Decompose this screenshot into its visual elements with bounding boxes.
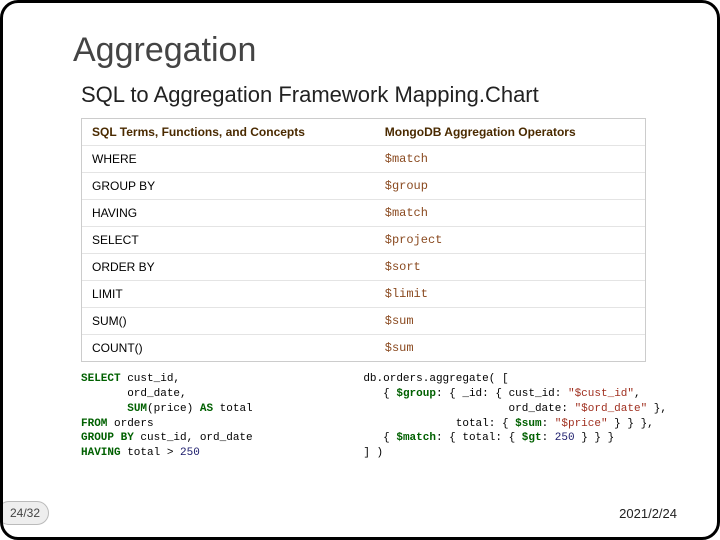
txt: (price): [147, 403, 200, 415]
page-number-badge: 24/32: [0, 501, 49, 525]
txt: } } },: [608, 418, 654, 430]
kw: $match: [396, 432, 436, 444]
sql-term: GROUP BY: [82, 173, 375, 199]
date-label: 2021/2/24: [619, 506, 677, 521]
sql-example: SELECT cust_id, ord_date, SUM(price) AS …: [81, 372, 323, 461]
txt: },: [647, 403, 667, 415]
txt: } } }: [575, 432, 615, 444]
mongo-example: db.orders.aggregate( [ { $group: { _id: …: [363, 372, 667, 461]
kw: SUM: [127, 403, 147, 415]
sql-term: SELECT: [82, 227, 375, 253]
mongo-op: $sum: [375, 308, 645, 334]
mongo-op: $sum: [375, 335, 645, 361]
sql-term: WHERE: [82, 146, 375, 172]
txt: : { _id: { cust_id:: [436, 388, 568, 400]
slide-title: Aggregation: [73, 31, 667, 70]
kw: HAVING: [81, 447, 121, 459]
table-row: SELECT$project: [82, 227, 645, 254]
sql-term: HAVING: [82, 200, 375, 226]
txt: total: {: [363, 418, 515, 430]
str: "$cust_id": [568, 388, 634, 400]
txt: : { total: {: [436, 432, 522, 444]
num: 250: [180, 447, 200, 459]
table-row: WHERE$match: [82, 146, 645, 173]
txt: total: [213, 403, 253, 415]
kw: $group: [396, 388, 436, 400]
table-header: SQL Terms, Functions, and Concepts Mongo…: [82, 119, 645, 146]
kw: AS: [200, 403, 213, 415]
txt: ] ): [363, 447, 383, 459]
mongo-op: $match: [375, 200, 645, 226]
sql-term: ORDER BY: [82, 254, 375, 280]
sql-term: LIMIT: [82, 281, 375, 307]
mongo-op: $sort: [375, 254, 645, 280]
mapping-table: SQL Terms, Functions, and Concepts Mongo…: [81, 118, 646, 362]
table-row: GROUP BY$group: [82, 173, 645, 200]
mongo-op: $group: [375, 173, 645, 199]
str: "$ord_date": [575, 403, 648, 415]
txt: {: [363, 388, 396, 400]
sql-term: SUM(): [82, 308, 375, 334]
txt: ord_date,: [81, 388, 187, 400]
txt: [81, 403, 127, 415]
table-row: COUNT()$sum: [82, 335, 645, 361]
table-row: HAVING$match: [82, 200, 645, 227]
sql-term: COUNT(): [82, 335, 375, 361]
table-row: ORDER BY$sort: [82, 254, 645, 281]
kw: $sum: [515, 418, 541, 430]
mongo-op: $limit: [375, 281, 645, 307]
mongo-op: $match: [375, 146, 645, 172]
txt: ord_date:: [363, 403, 574, 415]
num: 250: [555, 432, 575, 444]
txt: db.orders.aggregate( [: [363, 373, 508, 385]
kw: GROUP BY: [81, 432, 134, 444]
str: "$price": [555, 418, 608, 430]
code-example: SELECT cust_id, ord_date, SUM(price) AS …: [81, 372, 667, 461]
mongo-op: $project: [375, 227, 645, 253]
slide-subtitle: SQL to Aggregation Framework Mapping.Cha…: [81, 82, 667, 108]
kw: $gt: [522, 432, 542, 444]
table-row: SUM()$sum: [82, 308, 645, 335]
table-row: LIMIT$limit: [82, 281, 645, 308]
kw: FROM: [81, 418, 107, 430]
txt: :: [542, 432, 555, 444]
txt: {: [363, 432, 396, 444]
txt: cust_id,: [121, 373, 180, 385]
txt: ,: [634, 388, 641, 400]
txt: :: [542, 418, 555, 430]
slide: Aggregation SQL to Aggregation Framework…: [0, 0, 720, 540]
txt: orders: [107, 418, 153, 430]
header-left: SQL Terms, Functions, and Concepts: [82, 119, 375, 145]
kw: SELECT: [81, 373, 121, 385]
header-right: MongoDB Aggregation Operators: [375, 119, 645, 145]
txt: total >: [121, 447, 180, 459]
txt: cust_id, ord_date: [134, 432, 253, 444]
